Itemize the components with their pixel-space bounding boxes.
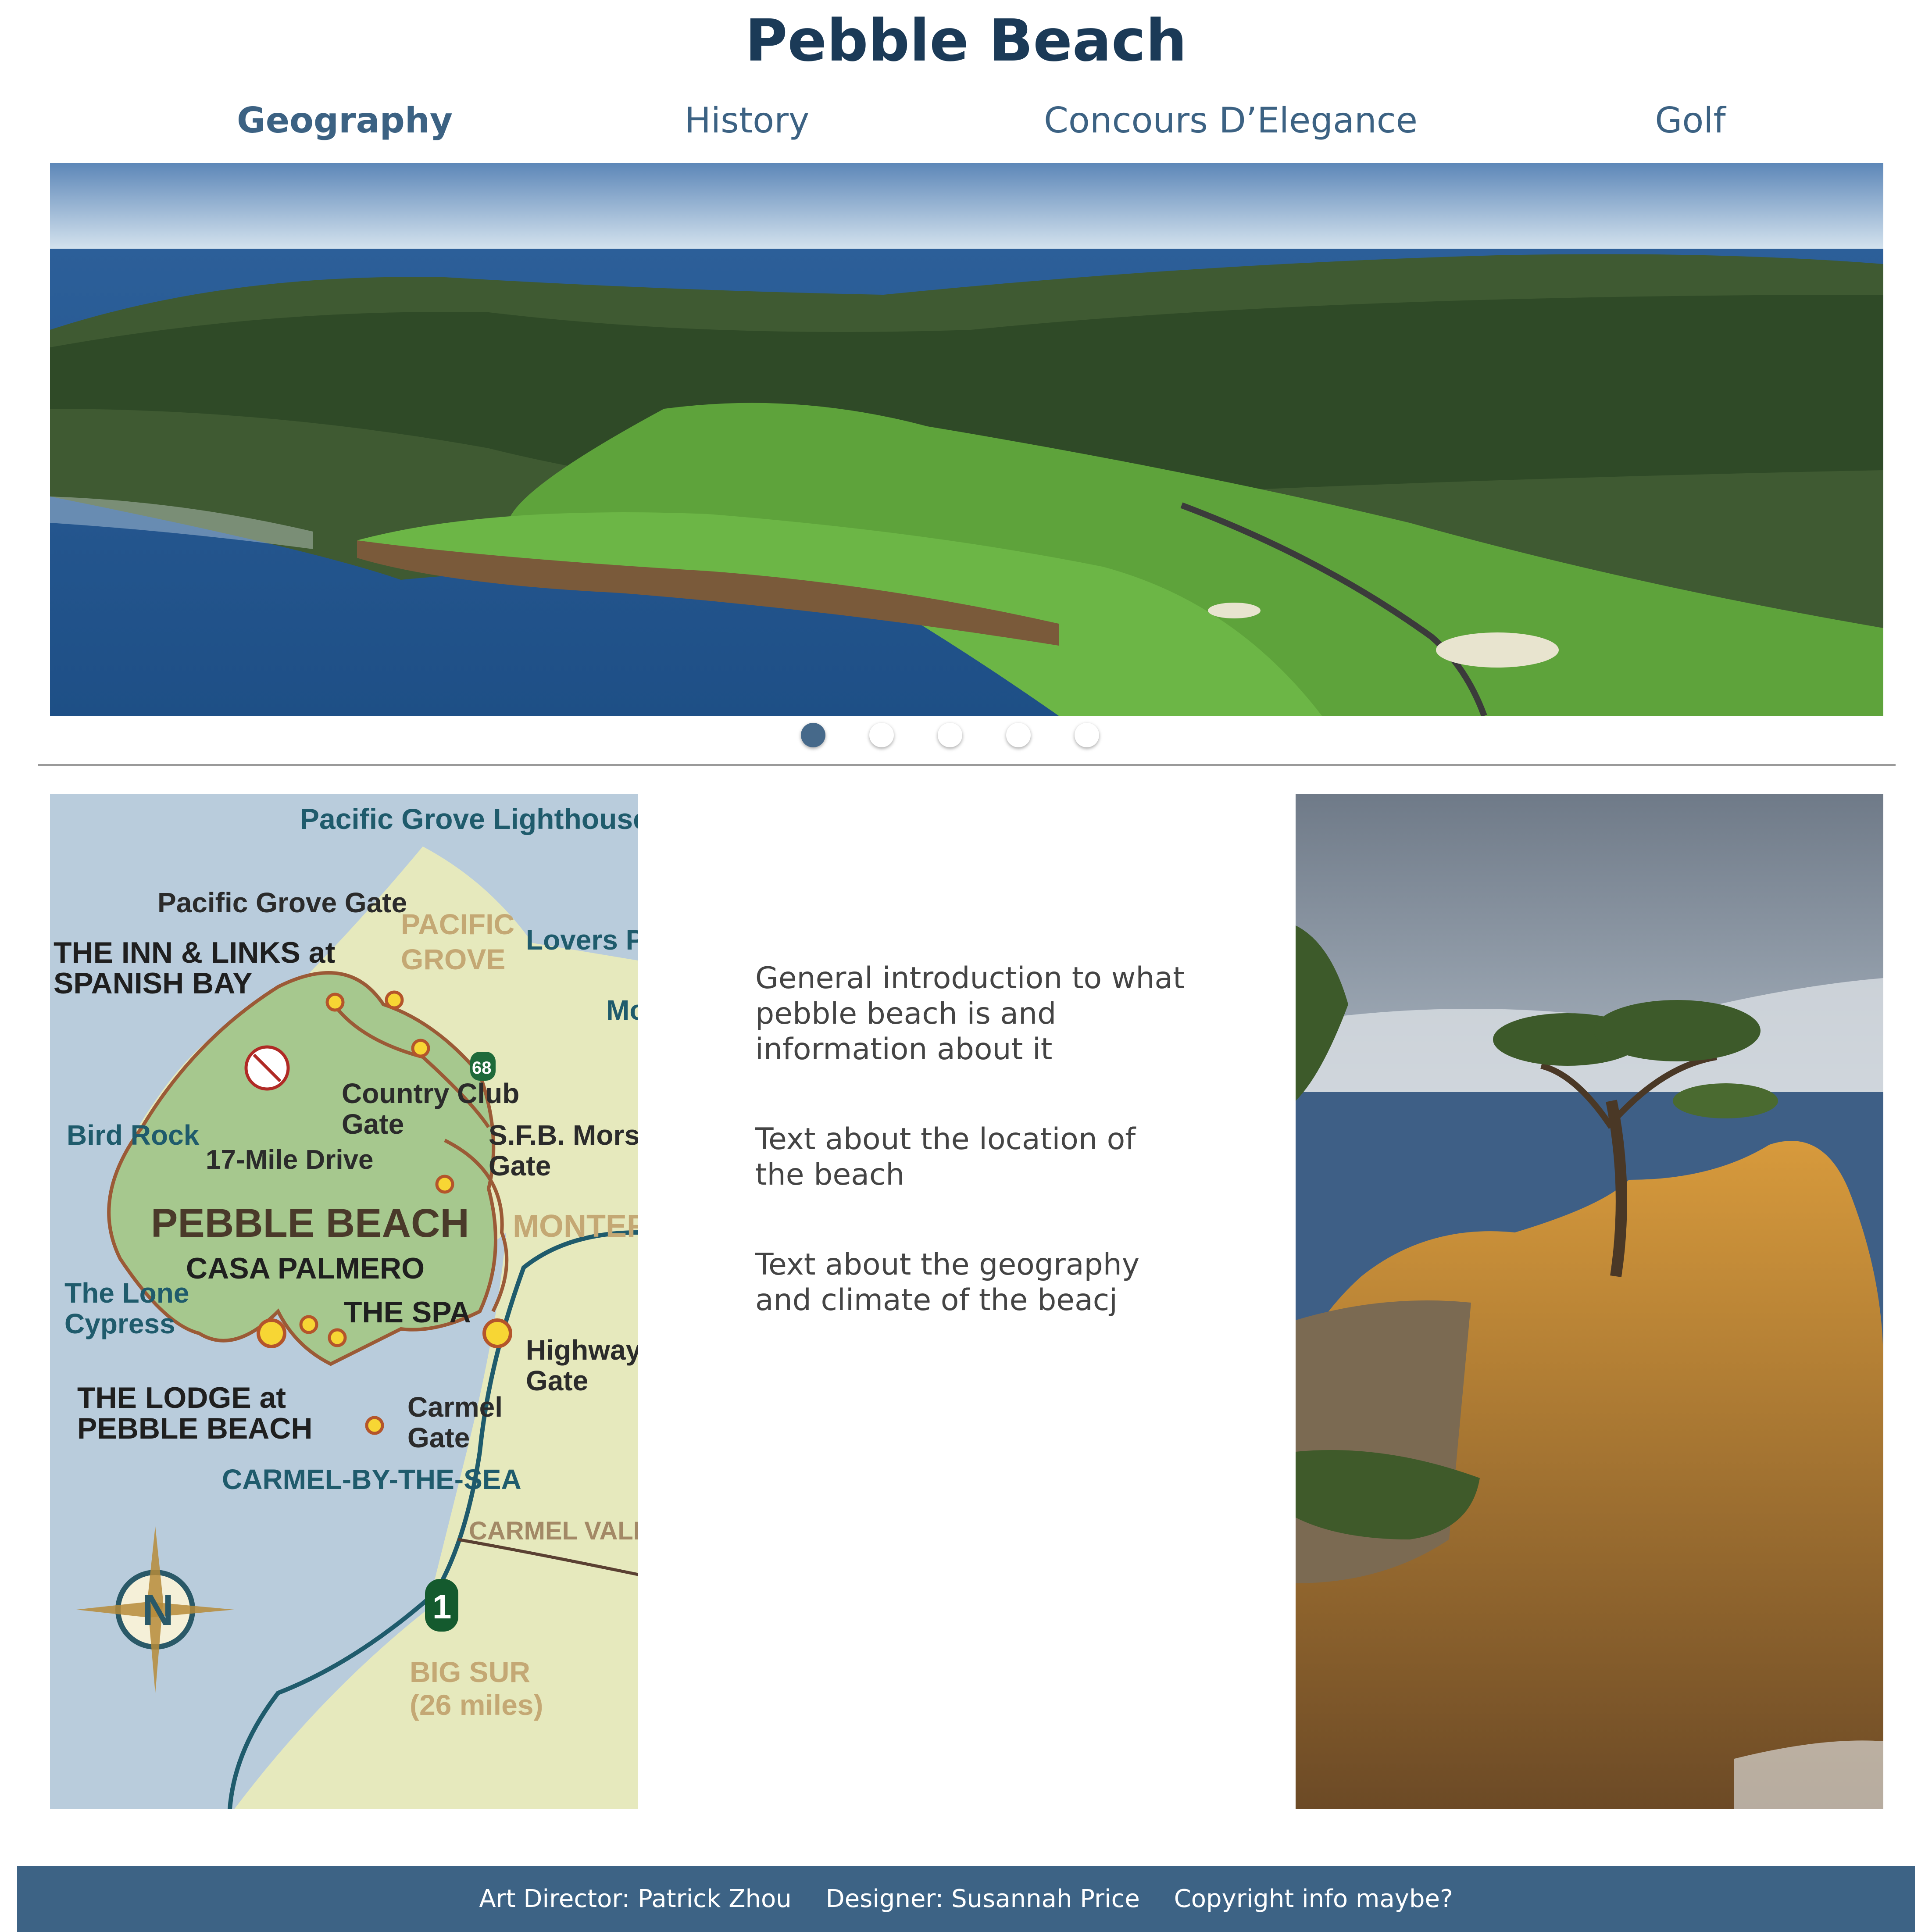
intro-text: General introduction to what pebble beac… bbox=[755, 961, 1185, 1372]
map-label-lone-1: The Lone bbox=[64, 1277, 189, 1309]
map-label-big-sur-2: (26 miles) bbox=[410, 1689, 543, 1721]
map-label-big-sur-1: BIG SUR bbox=[410, 1656, 530, 1688]
map-label-casa: CASA PALMERO bbox=[186, 1252, 425, 1285]
nav-tab-golf[interactable]: Golf bbox=[1655, 96, 1725, 145]
map-label-carmel-valley: CARMEL VALLEY bbox=[469, 1517, 638, 1545]
hero-aerial-photo bbox=[50, 163, 1883, 716]
map-label-sfb-1: S.F.B. Morse bbox=[489, 1119, 638, 1151]
lone-cypress-photo bbox=[1296, 794, 1883, 1809]
map-label-carmel-sea: CARMEL-BY-THE-SEA bbox=[222, 1464, 521, 1495]
map-label-lodge-1: THE LODGE at bbox=[77, 1381, 286, 1414]
map-label-inn-2: SPANISH BAY bbox=[54, 967, 252, 1000]
area-map: Pacific Grove Lighthouse Pacific Grove G… bbox=[50, 794, 638, 1809]
map-illustration: Pacific Grove Lighthouse Pacific Grove G… bbox=[50, 794, 638, 1809]
map-label-lovers: Lovers Poi bbox=[526, 924, 638, 956]
carousel-dot-2[interactable] bbox=[869, 723, 894, 747]
map-label-grove: GROVE bbox=[401, 943, 505, 975]
map-label-route-1: 1 bbox=[432, 1587, 451, 1626]
lone-cypress-image bbox=[1296, 794, 1883, 1809]
carousel-dot-5[interactable] bbox=[1075, 723, 1099, 747]
main-nav: Geography History Concours D’Elegance Go… bbox=[0, 96, 1932, 149]
carousel-dot-1[interactable] bbox=[801, 723, 825, 747]
page-title: Pebble Beach bbox=[745, 7, 1187, 75]
map-label-lodge-2: PEBBLE BEACH bbox=[77, 1412, 313, 1445]
location-paragraph: Text about the location of the beach bbox=[755, 1122, 1136, 1192]
carousel-indicators bbox=[0, 723, 1932, 754]
map-label-carmel-gate-2: Gate bbox=[407, 1422, 470, 1453]
map-label-compass-n: N bbox=[142, 1586, 174, 1635]
map-label-pg-gate: Pacific Grove Gate bbox=[157, 887, 407, 918]
hero-image bbox=[50, 163, 1883, 716]
map-label-mo: Mo bbox=[606, 994, 638, 1026]
footer-copyright: Copyright info maybe? bbox=[1174, 1885, 1453, 1913]
map-label-bird-rock: Bird Rock bbox=[67, 1119, 200, 1151]
map-label-spa: THE SPA bbox=[344, 1296, 471, 1329]
nav-tab-concours[interactable]: Concours D’Elegance bbox=[1044, 96, 1418, 145]
section-divider bbox=[38, 764, 1896, 766]
map-label-monterey: MONTERE bbox=[513, 1209, 638, 1244]
carousel-dot-4[interactable] bbox=[1006, 723, 1031, 747]
footer: Art Director: Patrick Zhou Designer: Sus… bbox=[17, 1866, 1915, 1932]
map-label-hwy-1: Highway 1 bbox=[526, 1334, 638, 1366]
map-label-country-1: Country Club bbox=[342, 1078, 519, 1109]
map-label-pebble-beach: PEBBLE BEACH bbox=[151, 1201, 469, 1246]
footer-art-director: Art Director: Patrick Zhou bbox=[479, 1885, 792, 1913]
map-label-lone-2: Cypress bbox=[64, 1308, 175, 1339]
map-label-country-2: Gate bbox=[342, 1108, 404, 1140]
nav-tab-history[interactable]: History bbox=[685, 96, 810, 145]
map-label-mile-drive: 17-Mile Drive bbox=[206, 1145, 374, 1175]
footer-designer: Designer: Susannah Price bbox=[825, 1885, 1140, 1913]
carousel-dot-3[interactable] bbox=[938, 723, 962, 747]
map-label-carmel-gate-1: Carmel bbox=[407, 1391, 503, 1423]
map-label-pacific: PACIFIC bbox=[401, 908, 514, 940]
map-label-sfb-2: Gate bbox=[489, 1150, 551, 1182]
map-label-lighthouse: Pacific Grove Lighthouse bbox=[300, 803, 638, 835]
nav-tab-geography[interactable]: Geography bbox=[237, 96, 453, 145]
map-label-hwy-2: Gate bbox=[526, 1365, 588, 1396]
map-label-inn-1: THE INN & LINKS at bbox=[54, 936, 335, 969]
intro-paragraph: General introduction to what pebble beac… bbox=[755, 961, 1185, 1067]
geography-paragraph: Text about the geography and climate of … bbox=[755, 1247, 1140, 1318]
map-label-route-68: 68 bbox=[472, 1058, 492, 1078]
